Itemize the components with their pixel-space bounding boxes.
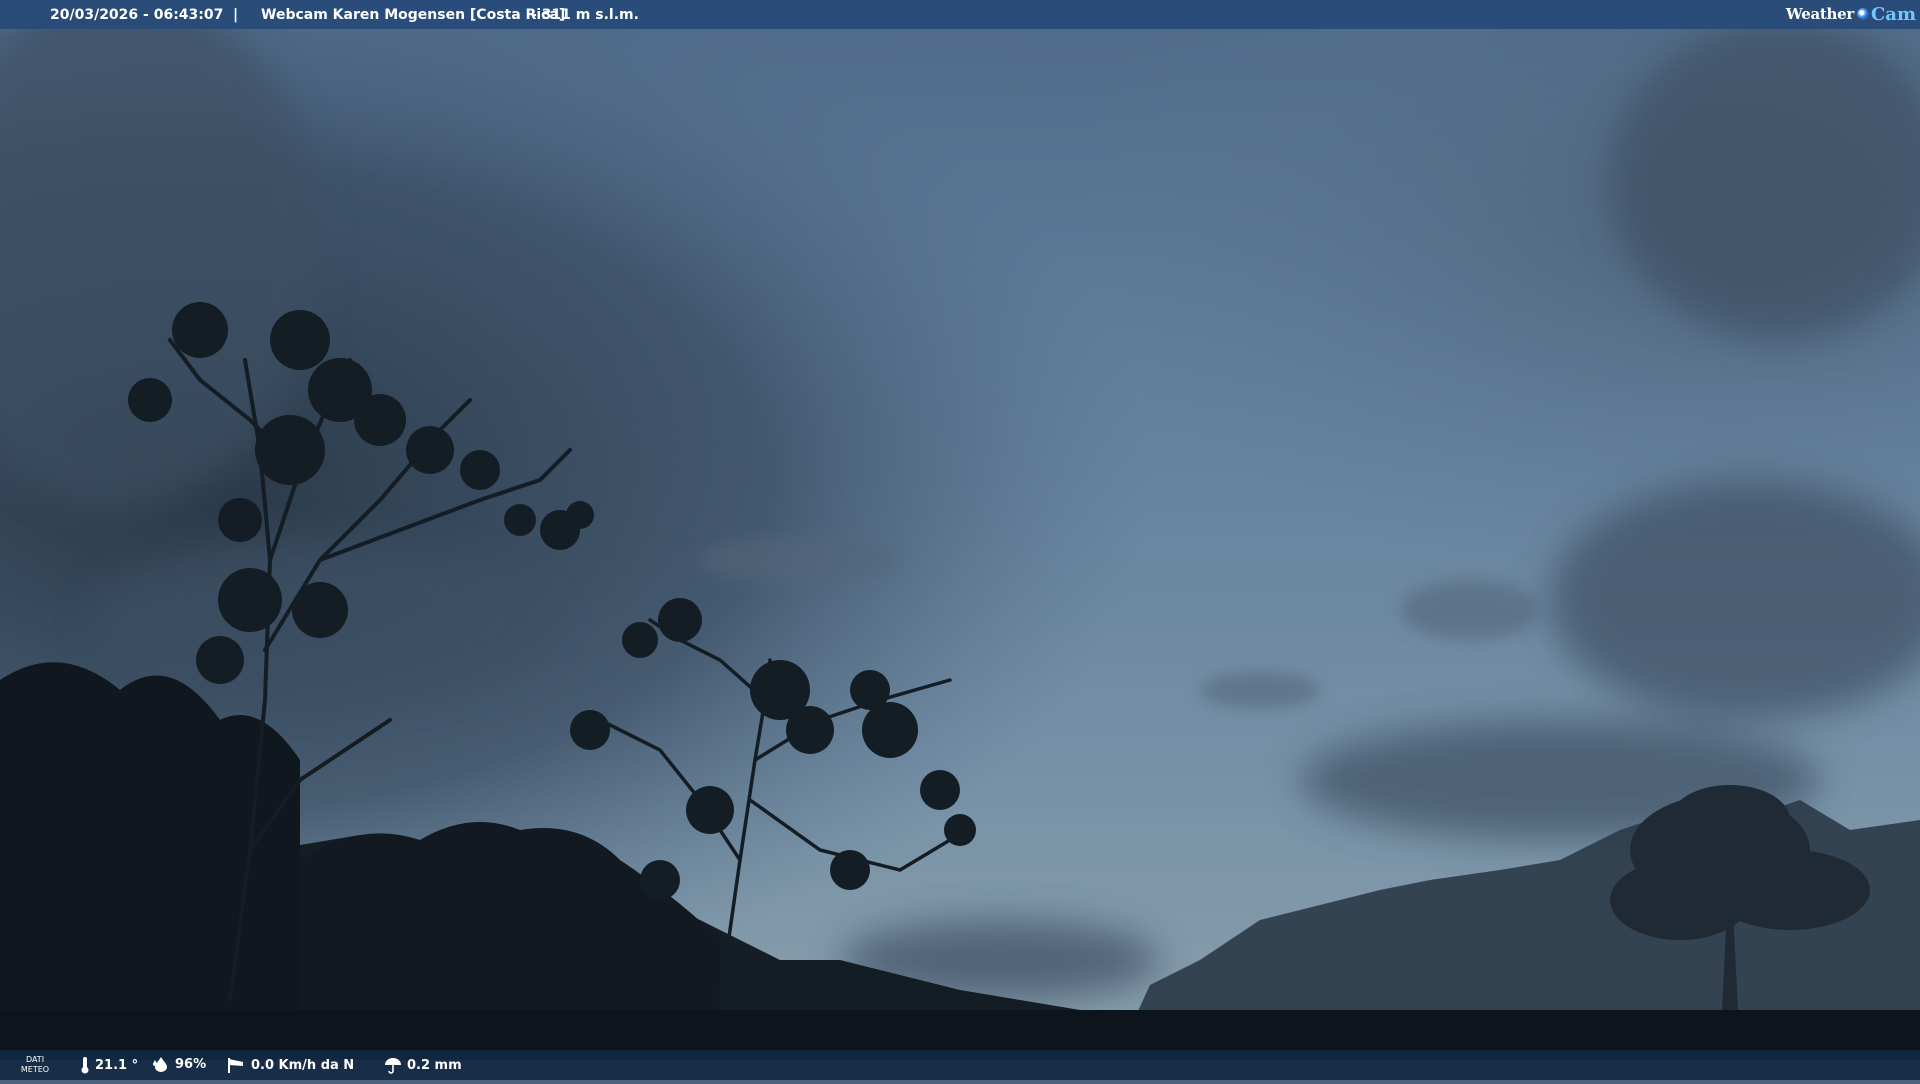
- rain-value: 0.2 mm: [407, 1057, 462, 1073]
- humidity-value: 96%: [175, 1056, 207, 1072]
- dati-meteo-label: DATI METEO: [20, 1055, 50, 1074]
- timestamp: 20/03/2026 - 06:43:07: [50, 6, 224, 23]
- temperature-readout: 21.1 °: [80, 1056, 138, 1074]
- logo-text-cam: Cam: [1870, 3, 1916, 25]
- temperature-value: 21.1 °: [95, 1057, 139, 1073]
- logo-text-weather: Weather: [1785, 5, 1854, 23]
- separator: |: [233, 6, 239, 23]
- humidity-drop-icon: [153, 1057, 167, 1072]
- wind-sock-icon: [228, 1058, 243, 1073]
- wind-readout: 0.0 Km/h da N: [226, 1056, 354, 1074]
- rain-readout: 0.2 mm: [384, 1056, 462, 1074]
- umbrella-icon: [385, 1058, 401, 1074]
- weather-data-bar: DATI METEO 21.1 ° 96% 0.0 Km/h da N 0.2 …: [0, 1050, 1920, 1080]
- webcam-lens-icon: [1856, 8, 1869, 20]
- weathercam-logo[interactable]: Weather Cam: [1786, 3, 1916, 25]
- humidity-readout: 96%: [152, 1056, 206, 1072]
- wind-value: 0.0 Km/h da N: [251, 1057, 355, 1073]
- webcam-image: [0, 0, 1920, 1080]
- webcam-info-bar: 20/03/2026 - 06:43:07 | Webcam Karen Mog…: [0, 0, 1920, 29]
- webcam-title: Webcam Karen Mogensen [Costa Rica]: [261, 6, 566, 23]
- thermometer-icon: [81, 1057, 89, 1074]
- altitude-label: - 311 m s.l.m.: [531, 6, 639, 23]
